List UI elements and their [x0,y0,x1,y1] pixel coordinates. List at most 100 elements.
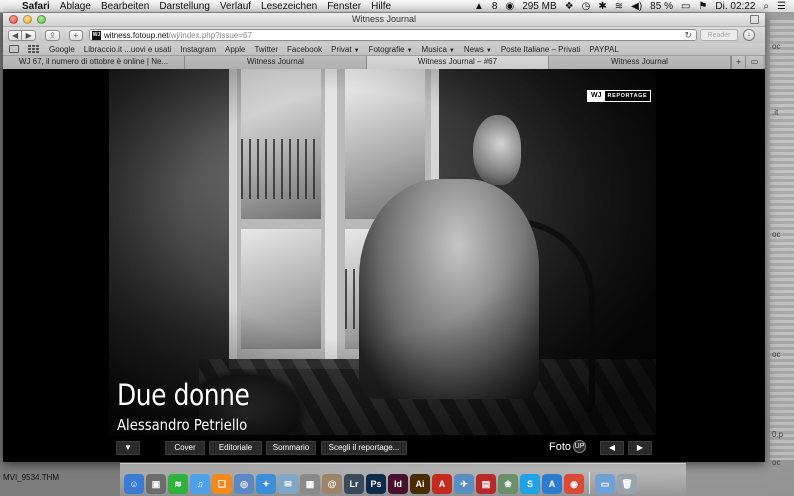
cover-button[interactable]: Cover [165,441,205,455]
menu-ablage[interactable]: Ablage [60,1,91,12]
forward-button[interactable]: ▶ [22,29,37,41]
foto-logo-text: Foto [549,440,572,453]
photo-booth-icon[interactable]: ▤ [476,474,496,494]
notification-center-icon[interactable]: ☰ [777,1,786,12]
bookmark-instagram[interactable]: Instagram [180,45,216,54]
menu-darstellung[interactable]: Darstellung [159,1,210,12]
menu-lesezeichen[interactable]: Lesezeichen [261,1,317,12]
bookmark-libraccio[interactable]: Libraccio.it ...uovi e usati [84,45,172,54]
chrome-icon[interactable]: ◉ [564,474,584,494]
adobe-icon[interactable]: ▲ [474,1,484,12]
bookmark-paypal[interactable]: PAYPAL [589,45,618,54]
next-button[interactable]: ▶ [628,441,652,455]
status-badge[interactable]: 8 [492,1,498,12]
bookmark-folder-musica[interactable]: Musica ▼ [422,45,455,54]
bookmark-folder-privat[interactable]: Privat ▼ [331,45,359,54]
browser-toolbar: ◀ ▶ ⇪ + WJ witness.fotoup.net/wj/index.p… [3,27,765,43]
finder-icon[interactable]: ☺ [124,474,144,494]
menu-toggle-button[interactable]: ▼ [116,441,140,455]
history-buttons: ◀ ▶ [8,29,37,41]
wifi-icon[interactable]: ≋ [615,1,623,12]
mail-stamp-icon[interactable]: ✈ [454,474,474,494]
memory-readout[interactable]: 295 MB [522,1,556,12]
tab-wj67-news[interactable]: WJ 67, il numero di ottobre è online | N… [3,56,185,69]
fotoup-logo[interactable]: Foto UP [549,440,587,453]
address-bar[interactable]: WJ witness.fotoup.net/wj/index.php?issue… [89,29,697,41]
menu-fenster[interactable]: Fenster [327,1,361,12]
mail-icon[interactable]: ✉ [278,474,298,494]
top-sites-icon[interactable] [28,45,40,53]
bookmark-folder-news[interactable]: News ▼ [464,45,492,54]
preview-icon[interactable]: ▦ [300,474,320,494]
tab-witness-journal-67[interactable]: Witness Journal – #67 [367,56,549,69]
tab-witness-journal-2[interactable]: Witness Journal [549,56,731,69]
acrobat-icon[interactable]: A [432,474,452,494]
desktop-label: oc [772,350,781,359]
bookmark-google[interactable]: Google [49,45,75,54]
url-host: witness.fotoup.net [104,30,169,40]
wj-reportage-logo: WJ REPORTAGE [587,90,651,102]
fullscreen-icon[interactable] [750,15,759,24]
bookmark-folder-fotografie[interactable]: Fotografie ▼ [369,45,413,54]
url-path: /wj/index.php?issue=67 [168,30,252,40]
skype-icon[interactable]: S [520,474,540,494]
iphoto-icon[interactable]: ◎ [234,474,254,494]
ibooks-icon[interactable]: ❑ [212,474,232,494]
spotlight-icon[interactable]: ⌕ [763,1,769,12]
tab-overview-icon[interactable]: ▭ [745,56,763,69]
volume-icon[interactable]: ◀) [631,1,642,12]
itunes-icon[interactable]: ♫ [190,474,210,494]
window-title: Witness Journal [351,14,417,24]
photoshop-icon[interactable]: Ps [366,474,386,494]
folder-icon[interactable]: ▭ [595,474,615,494]
back-button[interactable]: ◀ [8,29,23,41]
clock[interactable]: Di. 02:22 [715,1,755,12]
bookmark-apple[interactable]: Apple [225,45,245,54]
desktop-file-label[interactable]: MVI_9534.THM [3,473,59,482]
tab-witness-journal[interactable]: Witness Journal [185,56,367,69]
time-machine-icon[interactable]: ◷ [582,1,591,12]
flag-icon[interactable]: ⚑ [698,1,707,12]
editoriale-button[interactable]: Editoriale [209,441,262,455]
indesign-icon[interactable]: Id [388,474,408,494]
bookmark-twitter[interactable]: Twitter [254,45,278,54]
reader-button[interactable]: Reader [700,29,738,41]
trash-icon[interactable]: 🗑 [617,474,637,494]
dropbox-icon[interactable]: ❖ [565,1,574,12]
previous-button[interactable]: ◀ [600,441,624,455]
reading-list-icon[interactable] [9,45,19,53]
illustrator-icon[interactable]: Ai [410,474,430,494]
contacts-icon[interactable]: @ [322,474,342,494]
battery-icon[interactable]: ▭ [681,1,690,12]
spotify-icon[interactable]: ≋ [168,474,188,494]
bookmark-poste[interactable]: Poste Italiane – Privati [501,45,581,54]
logo-wj: WJ [588,91,605,101]
desktop-right-edge: oc .it oc oc 0,p oc [770,20,794,467]
photos-app-icon[interactable]: ❀ [498,474,518,494]
chevron-down-icon: ▼ [448,47,455,54]
menu-verlauf[interactable]: Verlauf [220,1,251,12]
bookmark-facebook[interactable]: Facebook [287,45,322,54]
memory-icon: ◉ [505,1,515,12]
downloads-icon[interactable]: ↓ [743,29,755,41]
desktop-label: oc [772,230,781,239]
reload-icon[interactable]: ↻ [684,30,692,41]
bluetooth-icon[interactable]: ✱ [598,1,606,12]
battery-readout[interactable]: 85 % [650,1,673,12]
menu-bearbeiten[interactable]: Bearbeiten [101,1,149,12]
sommario-button[interactable]: Sommario [266,441,316,455]
choose-reportage-button[interactable]: Scegli il reportage... [321,441,407,455]
safari-icon[interactable]: ✦ [256,474,276,494]
reportage-nav-bar: ▼ Cover Editoriale Sommario Scegli il re… [109,439,656,455]
screenshot-icon[interactable]: ▣ [146,474,166,494]
share-button[interactable]: ⇪ [45,29,60,41]
add-bookmark-button[interactable]: + [68,29,83,41]
story-title: Due donne [117,378,250,412]
menu-hilfe[interactable]: Hilfe [371,1,391,12]
dock: ☺ ▣ ≋ ♫ ❑ ◎ ✦ ✉ ▦ @ Lr Ps Id Ai A ✈ ▤ ❀ S A ◉ ▭ 🗑 [120,463,686,496]
app-store-icon[interactable]: A [542,474,562,494]
chevron-down-icon: ▼ [353,47,360,54]
lightroom-icon[interactable]: Lr [344,474,364,494]
new-tab-button[interactable]: + [731,56,745,69]
menu-app-name[interactable]: Safari [22,1,50,12]
